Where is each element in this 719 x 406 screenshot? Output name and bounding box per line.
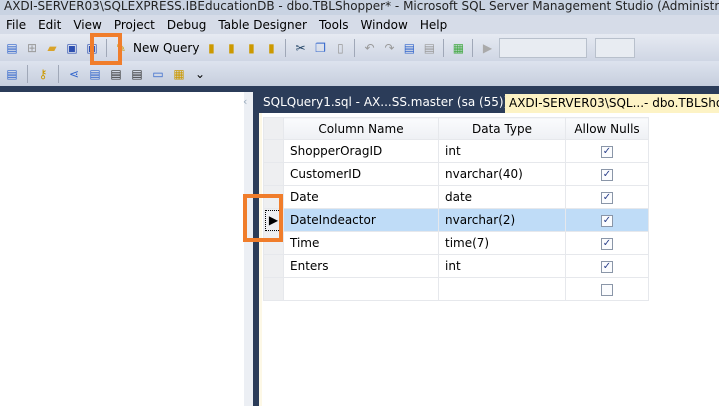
- menu-view[interactable]: View: [67, 18, 107, 32]
- data-type-cell[interactable]: int: [438, 254, 566, 278]
- menu-tools[interactable]: Tools: [313, 18, 355, 32]
- column-name-cell[interactable]: CustomerID: [283, 162, 439, 186]
- column-name-cell[interactable]: Date: [283, 185, 439, 209]
- row-selector[interactable]: [263, 162, 284, 186]
- primary-key-icon[interactable]: ⚷: [35, 66, 51, 82]
- mdx-query-icon[interactable]: ▮: [223, 40, 239, 56]
- table-row[interactable]: Enters int ✓: [263, 254, 649, 278]
- new-project-icon[interactable]: ▤: [4, 40, 20, 56]
- xml-index-icon[interactable]: ▤: [129, 66, 145, 82]
- save-highlight-box: [90, 33, 122, 65]
- menu-debug[interactable]: Debug: [161, 18, 212, 32]
- row-selector[interactable]: [263, 277, 284, 301]
- table-row[interactable]: Date date ✓: [263, 185, 649, 209]
- spatial-index-icon[interactable]: ▦: [171, 66, 187, 82]
- new-query-button[interactable]: New Query: [133, 41, 199, 55]
- table-row[interactable]: CustomerID nvarchar(40) ✓: [263, 162, 649, 186]
- dmx-query-icon[interactable]: ▮: [243, 40, 259, 56]
- bookmark-icon[interactable]: ▤: [421, 40, 437, 56]
- window-title: AXDI-SERVER03\SQLEXPRESS.IBEducationDB -…: [0, 0, 719, 15]
- menu-bar: File Edit View Project Debug Table Desig…: [0, 15, 719, 34]
- menu-file[interactable]: File: [0, 18, 32, 32]
- column-name-cell[interactable]: Time: [283, 231, 439, 255]
- add-item-icon[interactable]: ⊞: [24, 40, 40, 56]
- header-row: Column Name Data Type Allow Nulls: [263, 117, 649, 140]
- row-selector-highlight-box: [243, 194, 283, 242]
- check-constraints-icon[interactable]: ▭: [150, 66, 166, 82]
- database-query-icon[interactable]: ▮: [203, 40, 219, 56]
- allow-nulls-checkbox[interactable]: ✓: [601, 191, 613, 204]
- table-row[interactable]: [263, 277, 649, 301]
- execute-icon[interactable]: ▶: [479, 40, 495, 56]
- data-type-cell[interactable]: nvarchar(40): [438, 162, 566, 186]
- open-folder-icon[interactable]: ▰: [44, 40, 60, 56]
- table-row[interactable]: Time time(7) ✓: [263, 231, 649, 255]
- tab-sqlquery1[interactable]: SQLQuery1.sql - AX...SS.master (sa (55))…: [263, 95, 514, 109]
- relationships-icon[interactable]: ⋖: [66, 66, 82, 82]
- platform-dropdown[interactable]: [595, 37, 636, 58]
- menu-edit[interactable]: Edit: [32, 18, 67, 32]
- header-column-name[interactable]: Column Name: [283, 117, 439, 140]
- menu-help[interactable]: Help: [414, 18, 453, 32]
- table-designer-grid: Column Name Data Type Allow Nulls Shoppe…: [259, 113, 719, 406]
- save-icon[interactable]: ▣: [64, 40, 80, 56]
- indexes-keys-icon[interactable]: ▤: [87, 66, 103, 82]
- row-selector[interactable]: [263, 254, 284, 278]
- xmla-query-icon[interactable]: ▮: [263, 40, 279, 56]
- allow-nulls-checkbox[interactable]: ✓: [601, 145, 613, 158]
- column-name-cell[interactable]: DateIndeactor: [283, 208, 439, 232]
- allow-nulls-checkbox[interactable]: ✓: [601, 260, 613, 273]
- table-row[interactable]: ▶ DateIndeactor nvarchar(2) ✓: [263, 208, 649, 232]
- redo-icon[interactable]: ↷: [381, 40, 397, 56]
- solution-config-dropdown[interactable]: [499, 37, 588, 58]
- allow-nulls-checkbox[interactable]: ✓: [601, 214, 613, 227]
- cut-icon[interactable]: ✂: [292, 40, 308, 56]
- activity-monitor-icon[interactable]: ▦: [450, 40, 466, 56]
- undo-icon[interactable]: ↶: [361, 40, 377, 56]
- collapse-arrow-icon[interactable]: ‹: [243, 95, 247, 108]
- data-type-cell[interactable]: date: [438, 185, 566, 209]
- navigate-icon[interactable]: ▤: [401, 40, 417, 56]
- toolbar-overflow-icon[interactable]: ⌄: [192, 66, 208, 82]
- column-name-cell[interactable]: Enters: [283, 254, 439, 278]
- column-name-cell[interactable]: [283, 277, 439, 301]
- data-type-cell[interactable]: nvarchar(2): [438, 208, 566, 232]
- paste-icon[interactable]: ▯: [332, 40, 348, 56]
- copy-icon[interactable]: ❐: [312, 40, 328, 56]
- header-allow-nulls[interactable]: Allow Nulls: [565, 117, 649, 140]
- allow-nulls-checkbox[interactable]: ✓: [601, 168, 613, 181]
- menu-project[interactable]: Project: [108, 18, 161, 32]
- data-type-cell[interactable]: int: [438, 139, 566, 163]
- allow-nulls-checkbox[interactable]: [601, 283, 613, 296]
- header-data-type[interactable]: Data Type: [438, 117, 566, 140]
- data-type-cell[interactable]: [438, 277, 566, 301]
- generate-script-icon[interactable]: ▤: [4, 66, 20, 82]
- menu-table-designer[interactable]: Table Designer: [212, 18, 313, 32]
- tab-tblshopper[interactable]: AXDI-SERVER03\SQL...- dbo.TBLShopper: [505, 94, 719, 113]
- data-type-cell[interactable]: time(7): [438, 231, 566, 255]
- object-explorer-pane: [0, 92, 244, 406]
- fulltext-index-icon[interactable]: ▤: [108, 66, 124, 82]
- column-name-cell[interactable]: ShopperOragID: [283, 139, 439, 163]
- pane-splitter[interactable]: [244, 92, 253, 406]
- table-row[interactable]: ShopperOragID int ✓: [263, 139, 649, 163]
- row-selector[interactable]: [263, 139, 284, 163]
- allow-nulls-checkbox[interactable]: ✓: [601, 237, 613, 250]
- menu-window[interactable]: Window: [355, 18, 414, 32]
